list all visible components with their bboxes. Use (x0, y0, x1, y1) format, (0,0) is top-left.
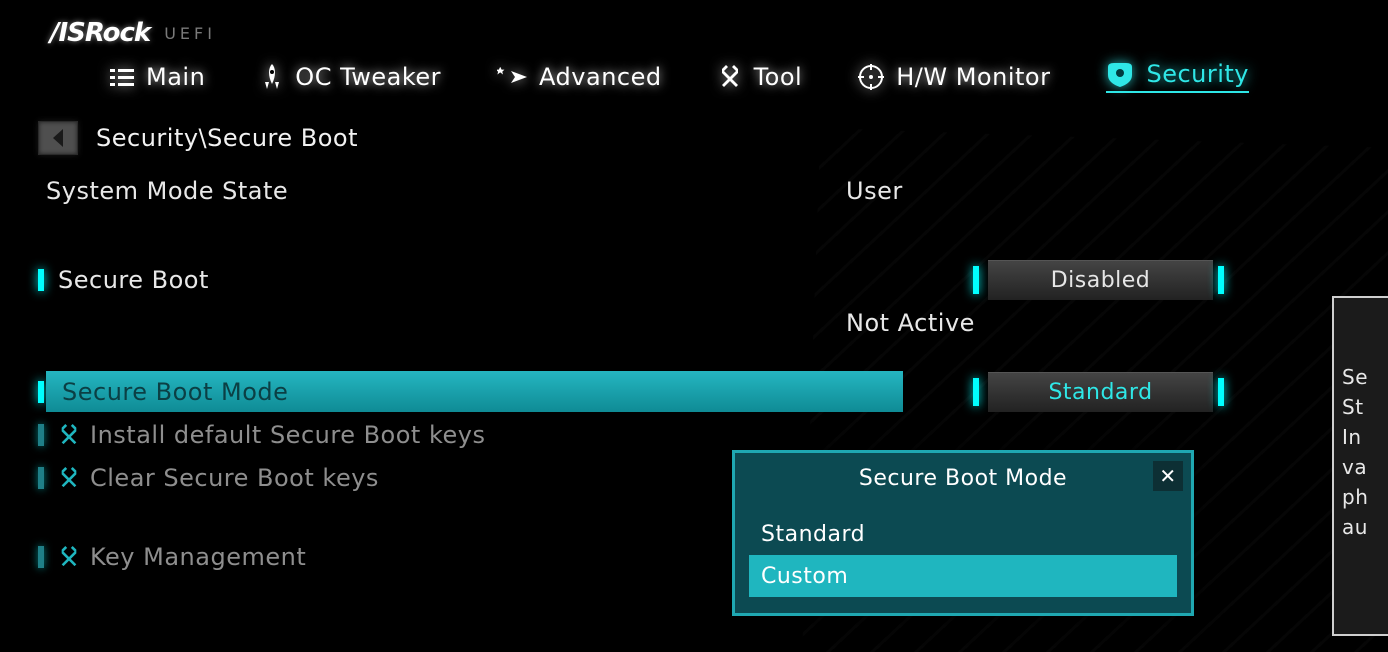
popup-title: Secure Boot Mode (859, 466, 1067, 491)
nav-label: Advanced (539, 63, 662, 91)
row-marker-icon (38, 467, 44, 489)
row-system-mode-state: System Mode State User (38, 169, 1388, 212)
nav-oc-tweaker[interactable]: OC Tweaker (261, 63, 441, 91)
nav-tool[interactable]: Tool (718, 63, 803, 91)
label: System Mode State (46, 177, 288, 205)
row-secure-boot[interactable]: Secure Boot Disabled (38, 258, 1388, 301)
row-marker-icon (38, 381, 44, 403)
row-secure-boot-status: Not Active (38, 301, 1388, 344)
breadcrumb: Security\Secure Boot (96, 124, 358, 152)
nav-label: OC Tweaker (295, 63, 441, 91)
popup-option-custom[interactable]: Custom (749, 555, 1177, 597)
nav-advanced[interactable]: Advanced (497, 63, 662, 91)
label: Secure Boot (58, 266, 209, 294)
help-line: St (1342, 392, 1388, 422)
help-line: au (1342, 512, 1388, 542)
nav-label: Tool (754, 63, 803, 91)
label: Clear Secure Boot keys (90, 464, 379, 492)
help-line: Se (1342, 362, 1388, 392)
help-line: va (1342, 452, 1388, 482)
shield-icon (1106, 61, 1134, 87)
glow-icon (1218, 266, 1224, 294)
help-line: ph (1342, 482, 1388, 512)
glow-icon (1218, 378, 1224, 406)
list-icon (110, 67, 134, 87)
row-marker-icon (38, 424, 44, 446)
glow-icon (973, 378, 979, 406)
help-panel: D Se St In va ph au (1332, 296, 1388, 636)
star-arrow-icon (497, 67, 527, 87)
row-marker-icon (38, 269, 44, 291)
breadcrumb-row: Security\Secure Boot (0, 99, 1388, 155)
secure-boot-dropdown[interactable]: Disabled (988, 260, 1213, 300)
popup-option-standard[interactable]: Standard (749, 513, 1177, 555)
popup-options: Standard Custom (735, 503, 1191, 613)
tools-icon (58, 467, 80, 489)
secure-boot-mode-popup: Secure Boot Mode ✕ Standard Custom (732, 450, 1194, 616)
close-icon: ✕ (1159, 464, 1176, 488)
help-line: In (1342, 422, 1388, 452)
tools-icon (58, 424, 80, 446)
nav-label: Main (146, 63, 205, 91)
logo-row: /ISRock UEFI (0, 0, 1388, 48)
rocket-icon (261, 64, 283, 90)
nav-main[interactable]: Main (110, 63, 205, 91)
tools-icon (718, 65, 742, 89)
row-marker-icon (38, 546, 44, 568)
nav-hw-monitor[interactable]: H/W Monitor (858, 63, 1050, 91)
top-nav: Main OC Tweaker Advanced Tool H/W Monito… (0, 48, 1388, 99)
brand-logo: /ISRock (50, 18, 150, 48)
secure-boot-mode-dropdown[interactable]: Standard (988, 372, 1213, 412)
nav-label: Security (1146, 60, 1249, 88)
value: Not Active (846, 309, 975, 337)
target-icon (858, 64, 884, 90)
option-label: Custom (761, 564, 848, 589)
brand-suffix: UEFI (164, 24, 216, 43)
tools-icon (58, 546, 80, 568)
back-button[interactable] (38, 121, 78, 155)
label: Install default Secure Boot keys (90, 421, 485, 449)
popup-close-button[interactable]: ✕ (1153, 461, 1183, 491)
dropdown-value: Standard (1048, 380, 1152, 405)
label: Secure Boot Mode (62, 378, 288, 406)
glow-icon (973, 266, 979, 294)
nav-label: H/W Monitor (896, 63, 1050, 91)
option-label: Standard (761, 522, 865, 547)
dropdown-value: Disabled (1051, 268, 1151, 293)
value: User (846, 177, 903, 205)
row-secure-boot-mode[interactable]: Secure Boot Mode Standard (38, 370, 1388, 413)
help-heading: D (1342, 312, 1388, 342)
popup-title-row: Secure Boot Mode ✕ (735, 453, 1191, 503)
label: Key Management (90, 543, 306, 571)
nav-security[interactable]: Security (1106, 60, 1249, 93)
chevron-left-icon (51, 129, 65, 147)
